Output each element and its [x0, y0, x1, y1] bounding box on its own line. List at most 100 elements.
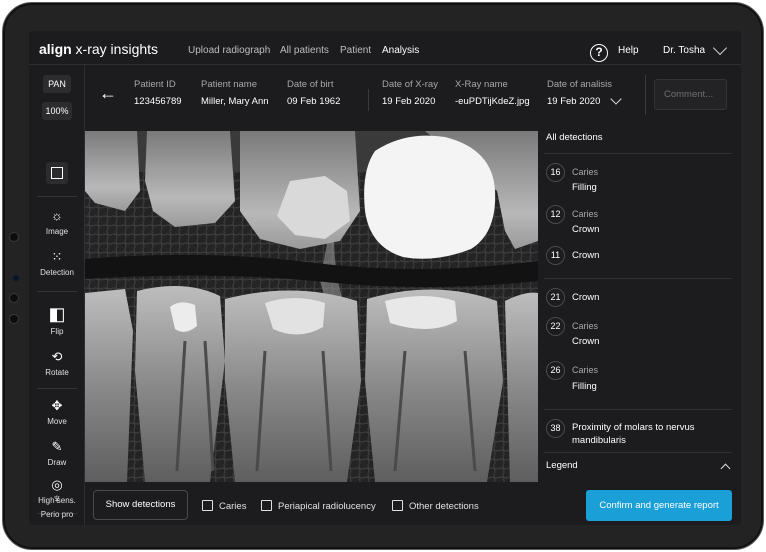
detection-main-label: Crown [572, 292, 600, 303]
fit-screen-icon [51, 167, 63, 179]
detection-main-label: Crown [572, 250, 600, 261]
tooth-number-badge: 22 [546, 317, 565, 336]
back-arrow-icon[interactable]: ← [99, 83, 117, 104]
panel-divider [544, 409, 732, 410]
detection-sub-label: Caries [572, 167, 599, 177]
detection-sub-label: Caries [572, 321, 599, 331]
tool-perio-pro[interactable]: ♆ Perio pro [29, 491, 85, 520]
nav-link-upload[interactable]: Upload radiograph [188, 45, 270, 56]
tool-draw[interactable]: ✎ Draw [29, 439, 85, 468]
panel-divider [544, 452, 732, 453]
xray-date-value: 19 Feb 2020 [382, 96, 436, 107]
detection-main-label: Proximity of molars to nervus mandibular… [572, 422, 695, 446]
tablet-frame: align x-ray insights Upload radiograph A… [2, 2, 764, 550]
caries-checkbox-label[interactable]: Caries [219, 501, 246, 512]
tool-detection[interactable]: ⁙ Detection [29, 249, 85, 278]
toolbar-divider [37, 196, 77, 197]
move-icon: ✥ [51, 398, 63, 413]
patient-id-label: Patient ID [134, 79, 176, 90]
detection-main-label: Filling [572, 381, 597, 392]
tooth-number-badge: 21 [546, 288, 565, 307]
chevron-down-icon[interactable] [712, 40, 728, 56]
tablet-side-button [9, 293, 19, 303]
tooth-number-badge: 26 [546, 361, 565, 380]
detections-title: All detections [546, 132, 603, 143]
detection-main-label: Crown [572, 336, 600, 347]
xray-date-label: Date of X-ray [382, 79, 438, 90]
tool-flip-label: Flip [50, 327, 64, 336]
grid-dots-icon: ⁙ [51, 249, 63, 264]
tool-rotate-label: Rotate [45, 368, 69, 377]
fit-screen-button[interactable] [46, 162, 68, 184]
tool-image-label: Image [45, 227, 69, 236]
comment-input[interactable]: Comment... [654, 79, 727, 110]
analysis-date-label: Date of analisis [547, 79, 612, 90]
patient-id-value: 123456789 [134, 96, 182, 107]
nav-link-all-patients[interactable]: All patients [280, 45, 329, 56]
brightness-icon: ☼ [51, 208, 63, 223]
pencil-icon: ✎ [51, 439, 63, 454]
analysis-date-select[interactable]: 19 Feb 2020 [547, 96, 600, 107]
tool-move-label: Move [47, 417, 67, 426]
tablet-side-button [9, 232, 19, 242]
xray-name-value: -euPDTijKdeZ.jpg [455, 96, 530, 107]
patient-name-label: Patient name [201, 79, 257, 90]
tooth-icon: ♆ [52, 491, 62, 506]
left-toolbar: PAN 100% ☼ Image ⁙ Detection ◧ Flip ⟲ Ro… [29, 65, 85, 525]
xray-image[interactable] [85, 131, 538, 482]
zoom-level[interactable]: 100% [42, 102, 72, 120]
tool-flip[interactable]: ◧ Flip [29, 305, 85, 336]
panel-divider [544, 278, 732, 279]
help-label[interactable]: Help [618, 45, 639, 56]
tool-move[interactable]: ✥ Move [29, 398, 85, 427]
legend-toggle[interactable]: Legend [546, 460, 578, 471]
tool-draw-label: Draw [47, 458, 67, 467]
logo-product: x-ray insights [71, 41, 159, 57]
periapical-checkbox[interactable] [261, 500, 272, 511]
patient-name-value: Miller, Mary Ann [201, 96, 269, 107]
other-detections-checkbox[interactable] [392, 500, 403, 511]
detection-sub-label: Caries [572, 209, 599, 219]
tablet-side-button [9, 314, 19, 324]
detection-sub-label: Caries [572, 365, 599, 375]
chevron-down-icon[interactable] [610, 93, 622, 105]
tablet-camera [13, 275, 19, 281]
detection-main-label: Filling [572, 182, 597, 193]
app-logo[interactable]: align x-ray insights [39, 41, 158, 57]
help-icon[interactable]: ? [590, 44, 608, 62]
xray-radiograph [85, 131, 538, 482]
xray-name-label: X-Ray name [455, 79, 508, 90]
tooth-number-badge: 16 [546, 163, 565, 182]
nav-link-patient[interactable]: Patient [340, 45, 371, 56]
detections-panel: All detections 16 Caries Filling 12 Cari… [538, 125, 741, 482]
dob-label: Date of birt [287, 79, 334, 90]
bottom-bar: Show detections Caries Periapical radiol… [85, 482, 741, 525]
top-nav: align x-ray insights Upload radiograph A… [29, 31, 741, 65]
dob-value: 09 Feb 1962 [287, 96, 341, 107]
show-detections-button[interactable]: Show detections [93, 490, 188, 520]
flip-icon: ◧ [48, 304, 66, 324]
tool-rotate[interactable]: ⟲ Rotate [29, 350, 85, 378]
chevron-up-icon[interactable] [720, 463, 731, 474]
toolbar-divider [37, 291, 77, 292]
view-mode-badge[interactable]: PAN [43, 75, 71, 93]
panel-divider [544, 153, 732, 154]
other-detections-checkbox-label[interactable]: Other detections [409, 501, 479, 512]
app-screen: align x-ray insights Upload radiograph A… [29, 31, 741, 525]
tooth-number-badge: 38 [546, 419, 565, 438]
user-menu[interactable]: Dr. Tosha [663, 45, 705, 56]
info-divider [645, 75, 646, 115]
patient-info-bar: ← Patient ID 123456789 Patient name Mill… [85, 65, 741, 125]
detection-main-label: Crown [572, 224, 600, 235]
nav-link-analysis[interactable]: Analysis [382, 45, 419, 56]
sensitivity-icon: ◎ [51, 477, 63, 492]
logo-brand: align [39, 41, 72, 57]
periapical-checkbox-label[interactable]: Periapical radiolucency [278, 501, 376, 512]
confirm-report-button[interactable]: Confirm and generate report [586, 490, 732, 521]
info-divider [368, 89, 369, 111]
tool-image[interactable]: ☼ Image [29, 208, 85, 237]
tooth-number-badge: 11 [546, 246, 565, 265]
tool-perio-pro-label: Perio pro [40, 510, 74, 519]
tooth-number-badge: 12 [546, 205, 565, 224]
caries-checkbox[interactable] [202, 500, 213, 511]
